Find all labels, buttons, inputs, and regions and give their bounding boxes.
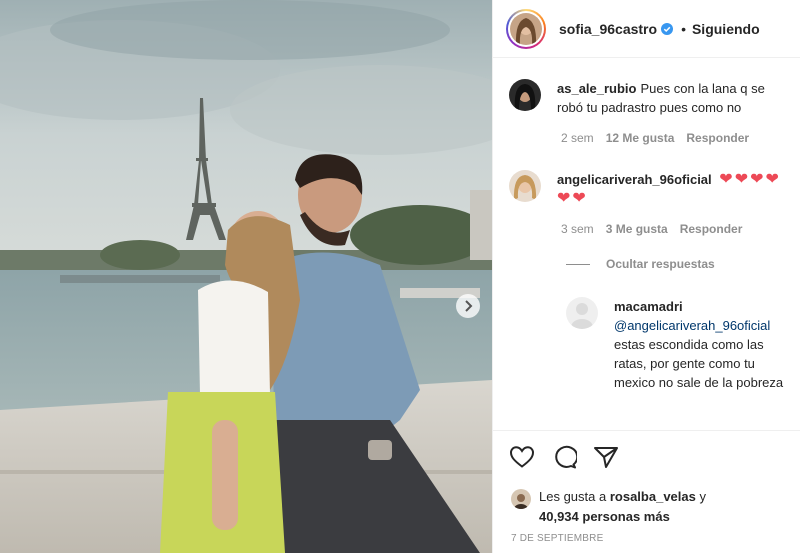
- reply-button[interactable]: Responder: [680, 222, 743, 236]
- chevron-right-icon: [463, 300, 473, 312]
- post-date[interactable]: 7 DE SEPTIEMBRE: [511, 533, 603, 544]
- follow-status-button[interactable]: Siguiendo: [692, 21, 760, 37]
- verified-badge-icon: [661, 22, 674, 35]
- header-separator: •: [681, 20, 686, 37]
- hide-replies-line: [566, 263, 590, 265]
- likes-joiner: y: [699, 489, 706, 504]
- default-avatar-icon[interactable]: [566, 297, 598, 329]
- commenter-avatar[interactable]: [509, 79, 541, 111]
- liker-avatar[interactable]: [511, 489, 531, 509]
- next-photo-button[interactable]: [456, 294, 480, 318]
- comment-username[interactable]: as_ale_rubio: [557, 81, 637, 96]
- reply-mention[interactable]: @angelicariverah_96oficial: [614, 318, 770, 333]
- hide-replies-label: Ocultar respuestas: [606, 257, 715, 271]
- author-avatar[interactable]: [506, 8, 546, 49]
- likes-summary: Les gusta a rosalba_velas y 40,934 perso…: [511, 487, 706, 527]
- commenter-avatar[interactable]: [509, 170, 541, 202]
- comment-item: angelicariverah_96oficial ❤❤❤❤❤❤: [509, 170, 789, 208]
- author-username[interactable]: sofia_96castro: [559, 21, 657, 37]
- reply-button[interactable]: Responder: [686, 131, 749, 145]
- comments-list[interactable]: as_ale_rubio Pues con la lana q se robó t…: [493, 59, 800, 429]
- likes-prefix: Les gusta a: [539, 489, 607, 504]
- comment-likes[interactable]: 12 Me gusta: [606, 131, 675, 145]
- comment-username[interactable]: angelicariverah_96oficial: [557, 172, 712, 187]
- paper-plane-icon[interactable]: [593, 445, 619, 469]
- action-icons: [509, 445, 619, 469]
- comment-time[interactable]: 3 sem: [561, 222, 594, 236]
- comment-meta: 2 sem 12 Me gusta Responder: [561, 131, 749, 145]
- hide-replies-button[interactable]: Ocultar respuestas: [566, 257, 715, 271]
- reply-text: estas escondida como las ratas, por gent…: [614, 337, 784, 390]
- photo-illustration: [0, 0, 492, 553]
- comment-bubble-icon[interactable]: [551, 445, 577, 469]
- liker-username[interactable]: rosalba_velas: [610, 489, 696, 504]
- comment-time[interactable]: 2 sem: [561, 131, 594, 145]
- post-actions: Les gusta a rosalba_velas y 40,934 perso…: [493, 430, 800, 553]
- post-header: sofia_96castro • Siguiendo: [493, 0, 800, 58]
- post-photo[interactable]: [0, 0, 492, 553]
- reply-username[interactable]: macamadri: [614, 297, 784, 316]
- post-side-panel: sofia_96castro • Siguiendo as_ale_rubio P…: [492, 0, 800, 553]
- comment-item: as_ale_rubio Pues con la lana q se robó t…: [509, 79, 789, 117]
- comment-meta: 3 sem 3 Me gusta Responder: [561, 222, 742, 236]
- comment-likes[interactable]: 3 Me gusta: [606, 222, 668, 236]
- likes-count[interactable]: 40,934 personas más: [539, 509, 670, 524]
- reply-item: macamadri @angelicariverah_96oficial est…: [566, 297, 788, 392]
- heart-outline-icon[interactable]: [509, 445, 535, 469]
